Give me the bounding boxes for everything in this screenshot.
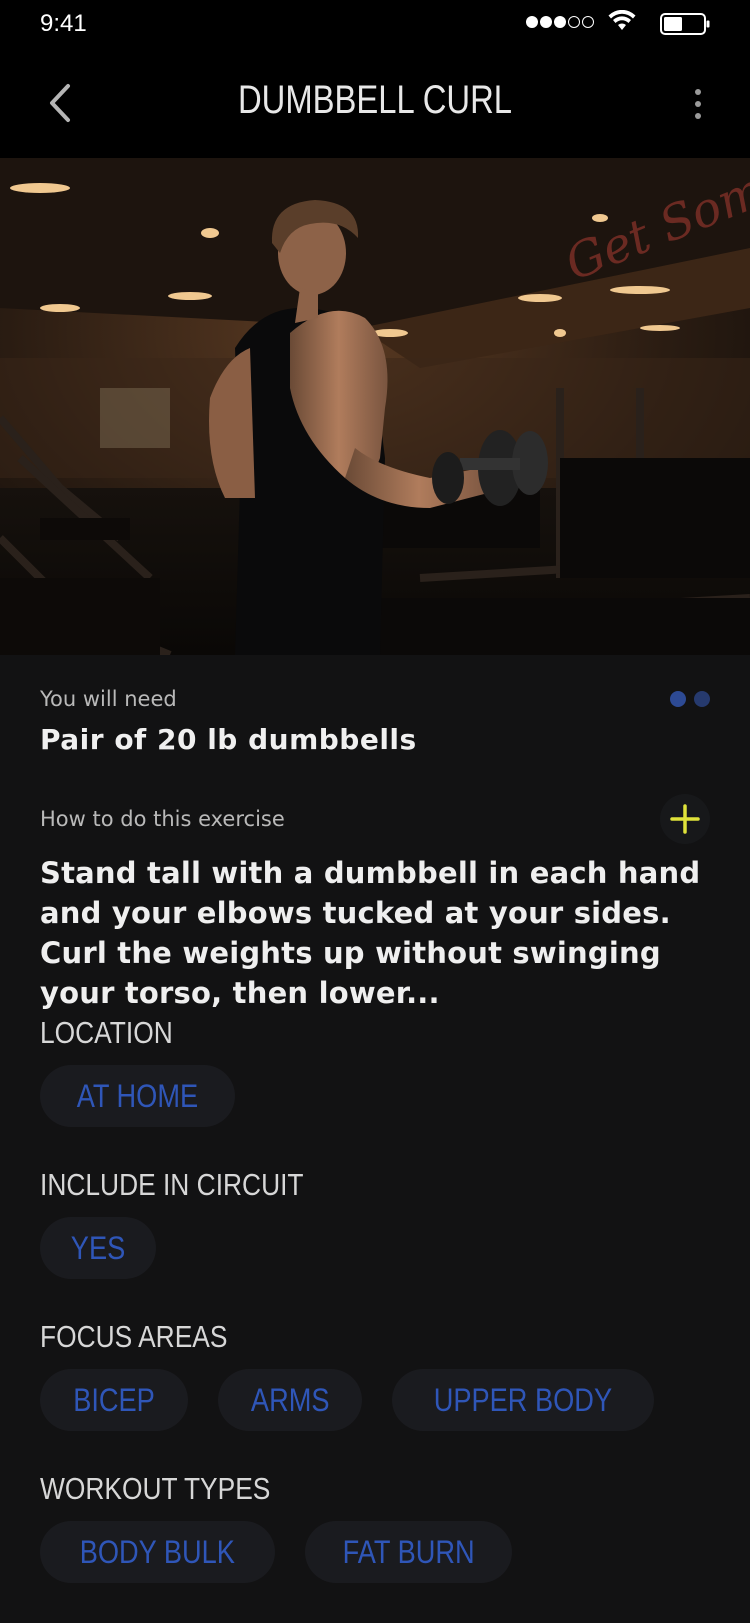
instructions-text: Stand tall with a dumbbell in each hand … (40, 856, 701, 1010)
chip-label: BODY BULK (79, 1533, 235, 1570)
chip-label: BICEP (73, 1381, 155, 1418)
workout-types-chips: BODY BULK FAT BURN (40, 1521, 512, 1583)
focus-areas-chips: BICEP ARMS UPPER BODY (40, 1369, 655, 1431)
nav-header: DUMBBELL CURL (0, 48, 750, 158)
chip-bicep[interactable]: BICEP (40, 1369, 189, 1431)
location-chips: AT HOME (40, 1065, 235, 1127)
chip-arms[interactable]: ARMS (218, 1369, 363, 1431)
page-indicator[interactable] (670, 691, 710, 707)
page-dot[interactable] (694, 691, 710, 707)
gym-photo-illustration: Get Some (0, 158, 750, 655)
page-dot-active[interactable] (670, 691, 686, 707)
chip-label: YES (70, 1229, 126, 1266)
circuit-chips: YES (40, 1217, 157, 1279)
workout-types-title: WORKOUT TYPES (40, 1471, 271, 1506)
instructions-label: How to do this exercise (40, 807, 285, 831)
chip-upper-body[interactable]: UPPER BODY (392, 1369, 655, 1431)
exercise-hero-image: Get Some (0, 158, 750, 655)
chip-label: FAT BURN (342, 1533, 475, 1570)
chip-body-bulk[interactable]: BODY BULK (40, 1521, 275, 1583)
equipment-value: Pair of 20 lb dumbbells (40, 723, 417, 756)
focus-areas-title: FOCUS AREAS (40, 1319, 228, 1354)
chip-label: ARMS (250, 1381, 330, 1418)
status-bar: 9:41 (0, 0, 750, 48)
page-title: DUMBBELL CURL (237, 78, 513, 122)
chip-label: AT HOME (76, 1077, 199, 1114)
equipment-label: You will need (40, 687, 177, 711)
signal-strength-icon (526, 16, 594, 30)
wifi-icon (608, 10, 636, 30)
battery-icon (660, 13, 710, 35)
expand-plus-icon[interactable] (660, 794, 710, 844)
chip-at-home[interactable]: AT HOME (40, 1065, 235, 1127)
chip-fat-burn[interactable]: FAT BURN (304, 1521, 512, 1583)
more-options-icon[interactable] (686, 86, 710, 122)
chip-yes[interactable]: YES (40, 1217, 157, 1279)
location-title: LOCATION (40, 1015, 173, 1050)
status-time: 9:41 (40, 10, 87, 37)
circuit-title: INCLUDE IN CIRCUIT (40, 1167, 304, 1202)
chip-label: UPPER BODY (434, 1381, 613, 1418)
